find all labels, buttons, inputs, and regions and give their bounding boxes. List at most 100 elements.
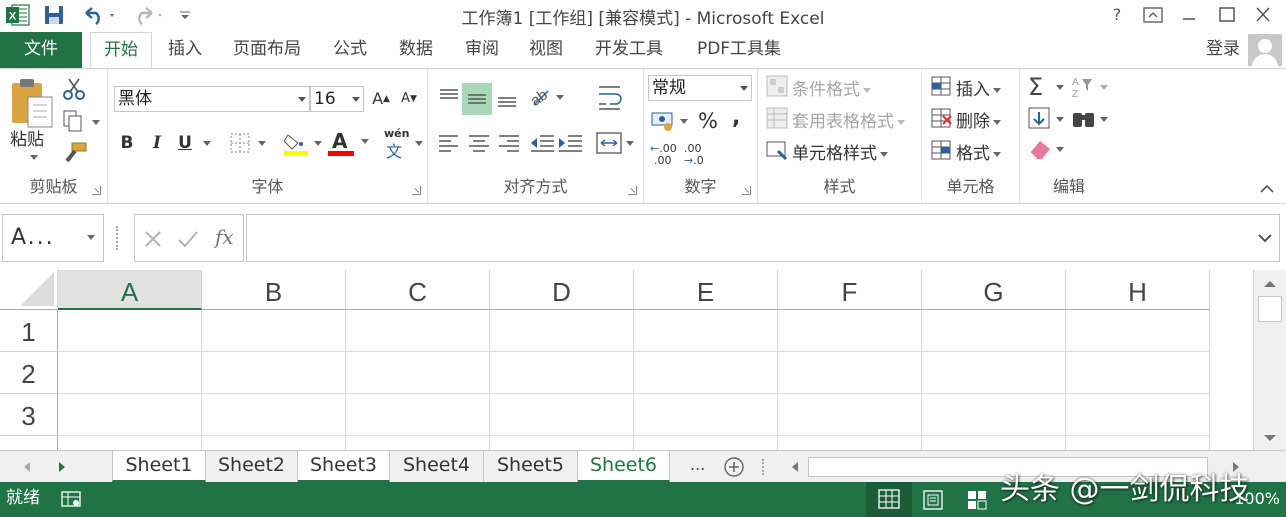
increase-font-button[interactable]: A▲ xyxy=(370,87,392,111)
paste-button[interactable]: 粘贴 xyxy=(10,125,44,150)
cell[interactable] xyxy=(778,394,922,436)
formula-input[interactable] xyxy=(246,214,1280,262)
borders-icon[interactable] xyxy=(228,131,270,155)
vertical-scrollbar[interactable] xyxy=(1253,270,1286,452)
sort-filter-icon[interactable]: A Z xyxy=(1070,73,1114,101)
cell[interactable] xyxy=(634,310,778,352)
more-sheets-button[interactable]: ... xyxy=(690,451,705,479)
cell[interactable] xyxy=(922,394,1066,436)
autosum-icon[interactable]: Σ xyxy=(1026,73,1070,101)
decrease-font-button[interactable]: A▼ xyxy=(398,87,420,111)
cell[interactable] xyxy=(202,394,346,436)
maximize-icon[interactable] xyxy=(1212,3,1242,27)
cell[interactable] xyxy=(634,352,778,394)
row-header-4[interactable] xyxy=(0,436,58,450)
underline-button[interactable]: U xyxy=(174,131,196,155)
sheet-tab-sheet2[interactable]: Sheet2 xyxy=(206,451,298,482)
cell[interactable] xyxy=(1066,352,1210,394)
scroll-tabs-left-icon[interactable] xyxy=(20,459,36,475)
tab-file[interactable]: 文件 xyxy=(0,32,82,68)
cell[interactable] xyxy=(922,352,1066,394)
cell[interactable] xyxy=(58,394,202,436)
font-launcher-icon[interactable] xyxy=(412,186,421,195)
expand-formula-bar-icon[interactable] xyxy=(1257,231,1273,245)
cell[interactable] xyxy=(778,352,922,394)
comma-button[interactable]: , xyxy=(732,105,740,130)
new-sheet-icon[interactable] xyxy=(722,455,746,479)
page-break-view-icon[interactable] xyxy=(966,489,988,511)
cell[interactable] xyxy=(778,436,922,450)
increase-indent-icon[interactable] xyxy=(556,131,584,155)
name-box[interactable]: A... xyxy=(2,214,104,262)
scroll-left-icon[interactable] xyxy=(788,459,804,475)
underline-dropdown-icon[interactable] xyxy=(203,141,211,146)
orientation-icon[interactable]: ab xyxy=(528,83,568,111)
confirm-entry-icon[interactable] xyxy=(177,229,199,249)
sheet-tab-sheet3[interactable]: Sheet3 xyxy=(298,451,390,482)
cell[interactable] xyxy=(346,436,490,450)
sheet-tab-sheet5[interactable]: Sheet5 xyxy=(484,451,578,482)
cell[interactable] xyxy=(778,310,922,352)
vertical-scroll-thumb[interactable] xyxy=(1258,296,1282,322)
align-bottom-icon[interactable] xyxy=(494,83,520,111)
bold-button[interactable]: B xyxy=(116,131,138,155)
clipboard-launcher-icon[interactable] xyxy=(92,186,101,195)
formula-bar-splitter[interactable] xyxy=(116,226,119,250)
format-as-table-button[interactable]: 套用表格格式 xyxy=(792,107,905,132)
wrap-text-icon[interactable] xyxy=(596,81,626,113)
column-header-b[interactable]: B xyxy=(202,270,346,310)
insert-cells-button[interactable]: 插入 xyxy=(956,75,1001,100)
column-header-e[interactable]: E xyxy=(634,270,778,310)
accounting-format-icon[interactable] xyxy=(650,109,690,133)
cell[interactable] xyxy=(490,394,634,436)
cell[interactable] xyxy=(634,394,778,436)
align-left-icon[interactable] xyxy=(436,131,462,155)
worksheet-grid[interactable]: A B C D E F G H 1 2 3 xyxy=(0,270,1253,450)
cell[interactable] xyxy=(58,352,202,394)
format-painter-icon[interactable] xyxy=(62,141,88,165)
undo-icon[interactable] xyxy=(80,4,120,26)
copy-icon[interactable] xyxy=(62,109,102,133)
tab-pdf-tools[interactable]: PDF工具集 xyxy=(684,32,794,68)
phonetic-button[interactable]: wén 文 xyxy=(382,127,426,161)
cut-icon[interactable] xyxy=(62,77,86,101)
sheet-tab-sheet4[interactable]: Sheet4 xyxy=(390,451,484,482)
tab-insert[interactable]: 插入 xyxy=(158,32,212,68)
column-header-d[interactable]: D xyxy=(490,270,634,310)
cell[interactable] xyxy=(1066,310,1210,352)
login-link[interactable]: 登录 xyxy=(1206,32,1240,68)
column-header-f[interactable]: F xyxy=(778,270,922,310)
collapse-ribbon-icon[interactable] xyxy=(1256,181,1278,197)
page-layout-view-icon[interactable] xyxy=(922,489,944,511)
font-size-select[interactable]: 16 xyxy=(310,86,364,112)
font-name-select[interactable]: 黑体 xyxy=(114,86,310,112)
cell[interactable] xyxy=(202,436,346,450)
paste-dropdown-icon[interactable] xyxy=(30,155,38,160)
cell[interactable] xyxy=(1066,394,1210,436)
paste-icon[interactable] xyxy=(8,75,58,131)
scroll-down-icon[interactable] xyxy=(1257,428,1283,448)
select-all-button[interactable] xyxy=(0,270,58,310)
help-button[interactable]: ? xyxy=(1102,3,1132,27)
close-icon[interactable] xyxy=(1248,3,1278,27)
cell[interactable] xyxy=(202,310,346,352)
percent-button[interactable]: % xyxy=(698,109,718,133)
column-header-g[interactable]: G xyxy=(922,270,1066,310)
cell[interactable] xyxy=(490,310,634,352)
customize-qat-icon[interactable] xyxy=(176,4,194,26)
cell[interactable] xyxy=(346,394,490,436)
clear-icon[interactable] xyxy=(1026,135,1070,163)
normal-view-icon[interactable] xyxy=(866,482,912,517)
fill-color-icon[interactable] xyxy=(282,129,324,157)
alignment-launcher-icon[interactable] xyxy=(628,186,637,195)
merge-center-icon[interactable] xyxy=(594,129,638,157)
cell[interactable] xyxy=(634,436,778,450)
cell[interactable] xyxy=(922,310,1066,352)
align-right-icon[interactable] xyxy=(496,131,522,155)
tab-splitter[interactable] xyxy=(762,459,765,475)
format-cells-button[interactable]: 格式 xyxy=(956,139,1001,164)
tab-home[interactable]: 开始 xyxy=(90,32,152,69)
scroll-up-icon[interactable] xyxy=(1257,274,1283,294)
cell[interactable] xyxy=(490,352,634,394)
tab-review[interactable]: 审阅 xyxy=(454,32,510,68)
